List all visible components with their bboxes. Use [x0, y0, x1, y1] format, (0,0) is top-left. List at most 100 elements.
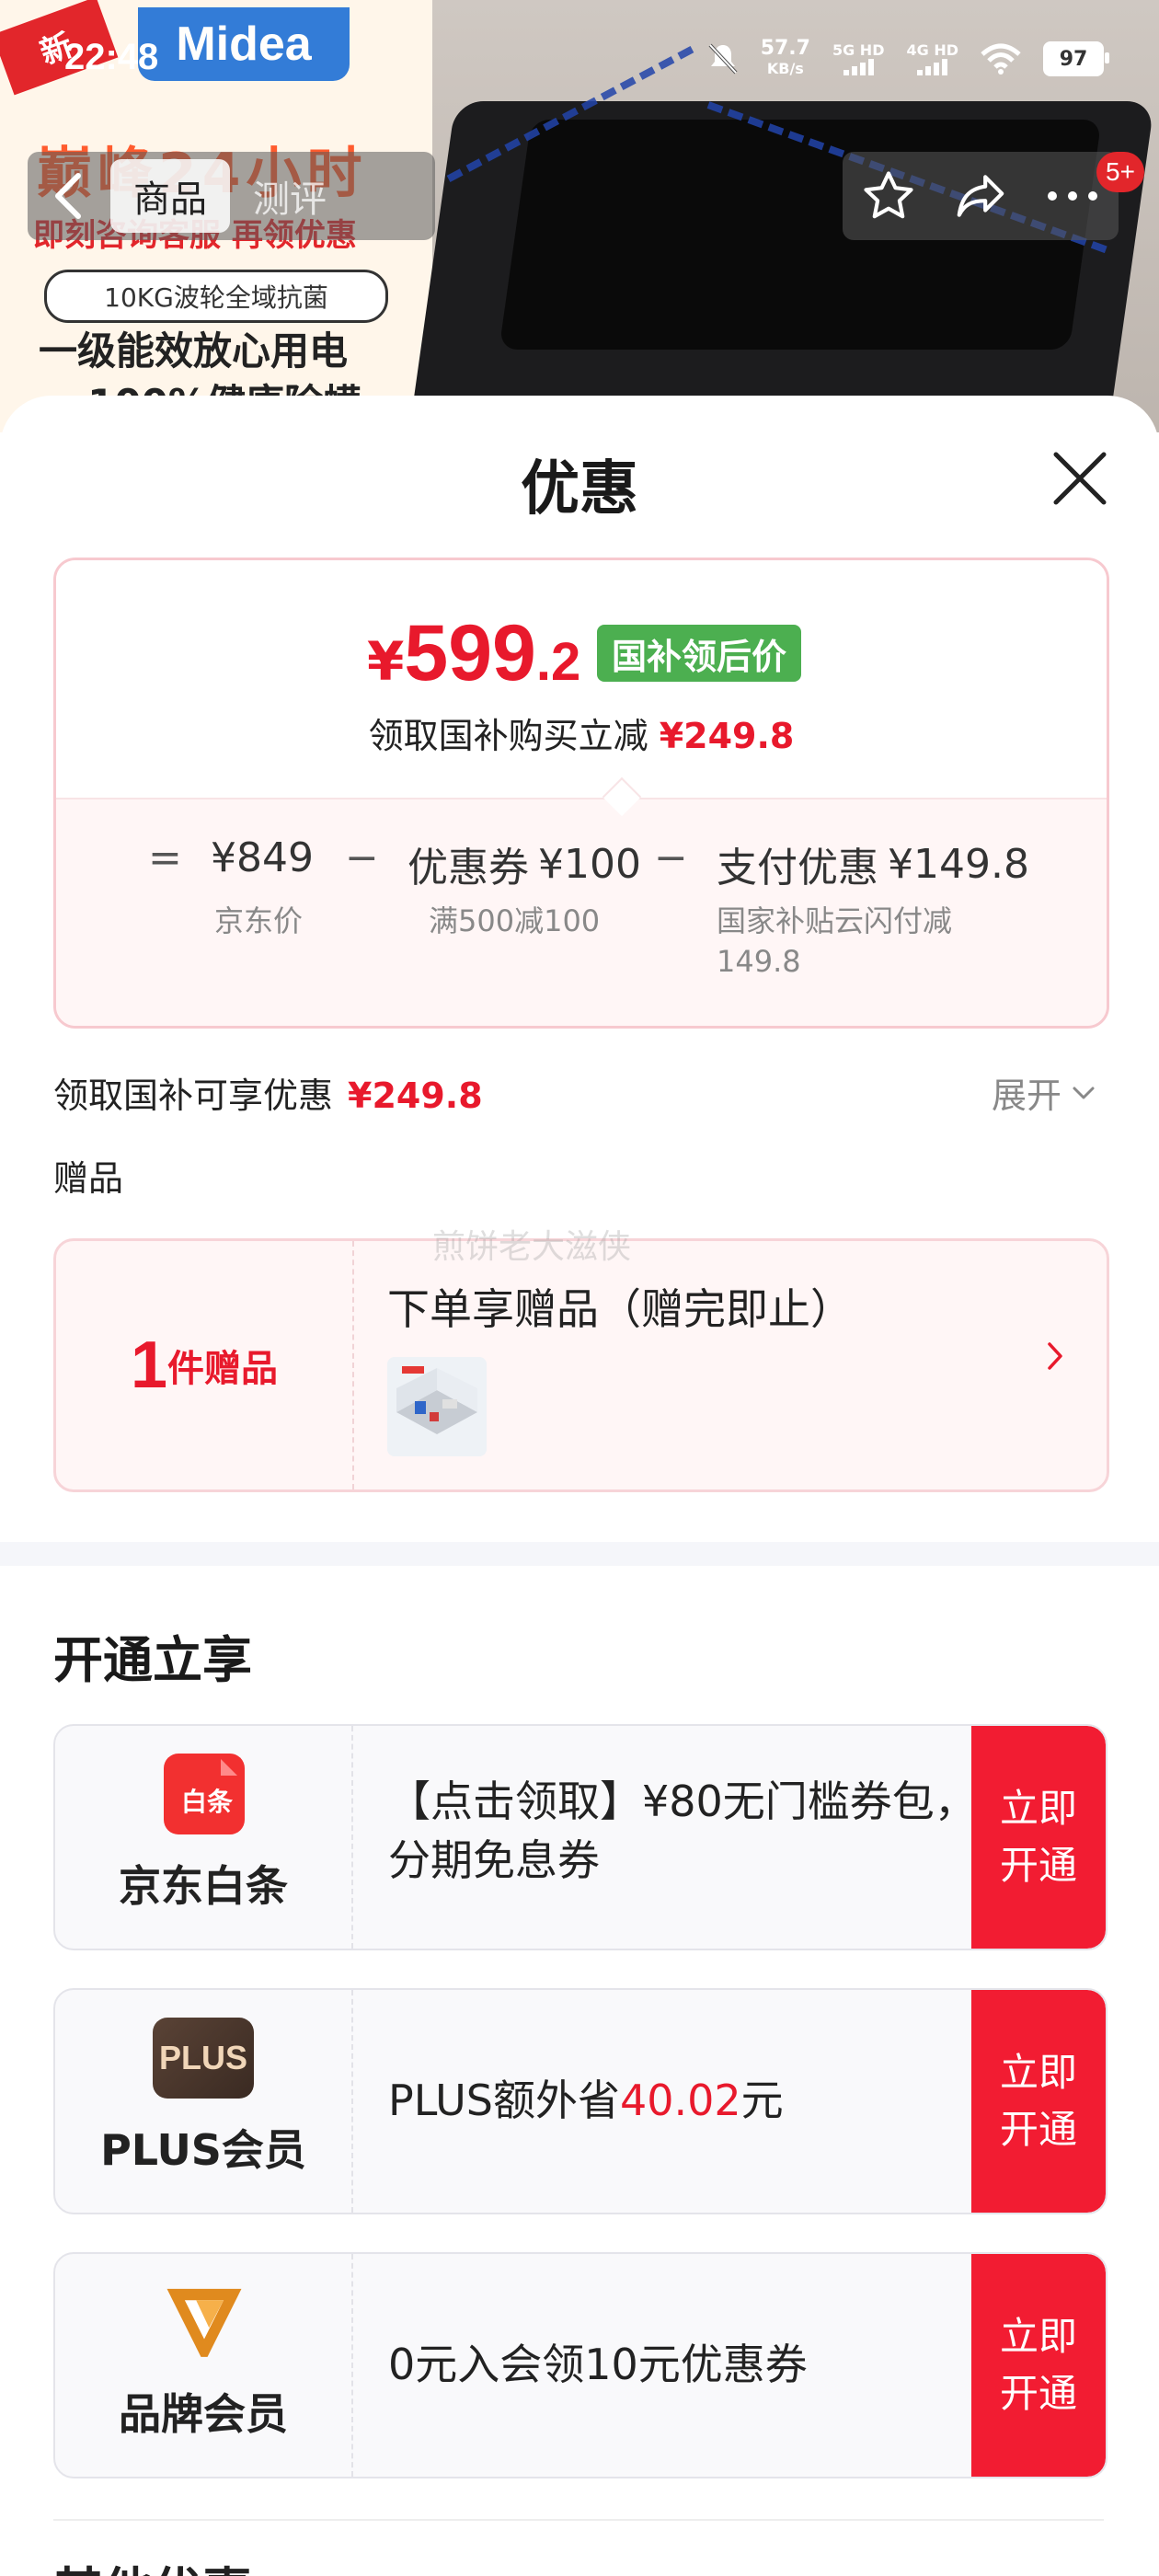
- status-time: 22:48: [64, 37, 159, 77]
- more-dots-icon: [1048, 191, 1097, 201]
- star-icon: [864, 171, 913, 219]
- signal-bars-icon: [843, 59, 874, 75]
- gift-count: 1 件赠品: [56, 1241, 352, 1489]
- sim1-label: 5G HD: [832, 41, 885, 59]
- poster-energy-line: 一级能效放心用电: [39, 328, 349, 374]
- price-breakdown-card: ¥ 599 .2 国补领后价 领取国补购买立减 ¥249.8 = ¥849 京东…: [53, 558, 1109, 1029]
- plus-card[interactable]: PLUS PLUS会员 PLUS额外省40.02元 立即 开通: [53, 1988, 1107, 2214]
- member-name: PLUS会员: [100, 2125, 306, 2175]
- open-plus-button[interactable]: 立即 开通: [971, 1990, 1106, 2213]
- subsidy-price-tag: 国补领后价: [597, 625, 802, 682]
- member-brand: 白条 京东白条: [55, 1726, 351, 1949]
- price-desc-prefix: 领取国补购买立减: [368, 716, 648, 756]
- member-name: 京东白条: [119, 1861, 288, 1911]
- pay-discount-value: ¥149.8: [888, 840, 1029, 888]
- tab-product[interactable]: 商品: [110, 159, 230, 233]
- next-section-title: 其他优惠: [53, 2550, 252, 2576]
- price-desc-amount: ¥249.8: [659, 716, 795, 756]
- brand-member-card[interactable]: 品牌会员 0元入会领10元优惠券 立即 开通: [53, 2252, 1107, 2478]
- share-icon: [957, 175, 1004, 217]
- gift-title: 下单享赠品（赠完即止）: [387, 1284, 853, 1334]
- jd-price-label: 京东价: [214, 903, 304, 938]
- coupon-value: ¥100: [538, 840, 641, 888]
- close-button[interactable]: [1047, 445, 1113, 512]
- chevron-right-icon: [1048, 1342, 1062, 1370]
- divider: [351, 1990, 353, 2213]
- minus-sign: −: [345, 834, 379, 881]
- divider: [351, 1726, 353, 1949]
- section-divider: [0, 1542, 1159, 1566]
- member-description: PLUS额外省40.02元: [388, 2071, 986, 2130]
- watermark: 煎饼老大滋侠: [432, 1228, 632, 1266]
- subsidy-summary: 领取国补可享优惠 ¥249.8: [53, 1067, 483, 1118]
- top-actions: [843, 152, 1119, 240]
- signal-sim1: 5G HD: [832, 41, 885, 75]
- back-arrow-icon: [55, 173, 81, 219]
- signal-bars-icon: [917, 59, 948, 75]
- wifi-icon: [981, 43, 1021, 75]
- open-baitiao-button[interactable]: 立即 开通: [971, 1726, 1106, 1949]
- divider: [351, 2254, 353, 2477]
- baitiao-logo: 白条: [177, 1759, 237, 1829]
- gift-section-label: 赠品: [53, 1158, 124, 1199]
- minus-sign: −: [654, 834, 688, 881]
- divider: [53, 2519, 1104, 2521]
- open-brand-member-button[interactable]: 立即 开通: [971, 2254, 1106, 2477]
- member-description: 【点击领取】¥80无门槛券包，分期免息券: [388, 1777, 977, 1885]
- coupon-amount: 优惠券 ¥100: [407, 834, 641, 893]
- open-section-title: 开通立享: [53, 1631, 252, 1689]
- net-speed-unit: KB/s: [766, 60, 804, 77]
- final-price-area: ¥ 599 .2 国补领后价 领取国补购买立减 ¥249.8: [56, 560, 1107, 798]
- plus-desc-suffix: 元: [740, 2076, 784, 2125]
- sim2-label: 4G HD: [906, 41, 958, 59]
- favorite-button[interactable]: [847, 152, 930, 240]
- expand-button[interactable]: 展开: [992, 1067, 1096, 1118]
- final-price-decimal: .2: [535, 632, 581, 692]
- plus-logo-text: PLUS: [158, 2039, 247, 2076]
- divider: [352, 1241, 354, 1489]
- pay-discount-detail: 国家补贴云闪付减 149.8: [717, 901, 952, 982]
- member-brand: PLUS PLUS会员: [55, 1990, 351, 2213]
- final-price: ¥ 599 .2: [367, 608, 580, 699]
- plus-saving-amount: 40.02: [619, 2076, 741, 2125]
- pay-discount-label: 支付优惠: [717, 845, 878, 891]
- notification-badge: 5+: [1096, 152, 1144, 192]
- gift-arrow[interactable]: [1046, 1340, 1066, 1375]
- subsidy-summary-amount: ¥249.8: [348, 1075, 483, 1116]
- pay-discount-detail-line2: 149.8: [717, 944, 801, 979]
- plus-desc-prefix: PLUS额外省: [388, 2076, 620, 2125]
- final-price-integer: 599: [404, 609, 536, 697]
- baitiao-logo-text: 白条: [181, 1787, 233, 1817]
- jd-price-value: ¥849: [211, 834, 314, 881]
- member-description: 0元入会领10元优惠券: [388, 2340, 808, 2389]
- equals-sign: =: [148, 834, 182, 881]
- gift-room-image: [387, 1357, 487, 1456]
- member-brand: 品牌会员: [55, 2254, 351, 2477]
- close-icon: [1053, 452, 1107, 505]
- pay-discount-detail-line1: 国家补贴云闪付减: [717, 903, 953, 938]
- price-description: 领取国补购买立减 ¥249.8: [56, 707, 1107, 758]
- tab-review[interactable]: 测评: [230, 159, 350, 233]
- signal-sim2: 4G HD: [906, 42, 958, 75]
- currency-symbol: ¥: [367, 630, 405, 693]
- gift-count-number: 1: [130, 1328, 168, 1402]
- battery-icon: 97: [1043, 41, 1109, 76]
- baitiao-icon: 白条: [164, 1754, 245, 1834]
- net-speed: 57.7 KB/s: [761, 39, 810, 79]
- status-icons: 57.7 KB/s 5G HD 4G HD 97: [707, 39, 1109, 79]
- gift-card[interactable]: 1 件赠品 下单享赠品（赠完即止）: [53, 1238, 1109, 1492]
- chevron-down-icon: [1073, 1087, 1095, 1098]
- share-button[interactable]: [939, 152, 1022, 240]
- back-button[interactable]: [28, 152, 110, 240]
- plus-icon: PLUS: [153, 2018, 254, 2099]
- baitiao-card[interactable]: 白条 京东白条 【点击领取】¥80无门槛券包，分期免息券 立即 开通: [53, 1724, 1107, 1950]
- brand-v-icon: [164, 2282, 245, 2363]
- net-speed-value: 57.7: [760, 37, 810, 60]
- brand-v-logo: [166, 2288, 242, 2357]
- poster-pill: 10KG波轮全域抗菌: [44, 270, 388, 323]
- gift-thumbnail[interactable]: [387, 1357, 487, 1456]
- status-bar: 22:48 57.7 KB/s 5G HD 4G HD 97: [0, 0, 1159, 120]
- mute-bell-icon: [708, 43, 738, 75]
- subsidy-summary-label: 领取国补可享优惠: [53, 1075, 334, 1116]
- expand-label: 展开: [992, 1075, 1062, 1116]
